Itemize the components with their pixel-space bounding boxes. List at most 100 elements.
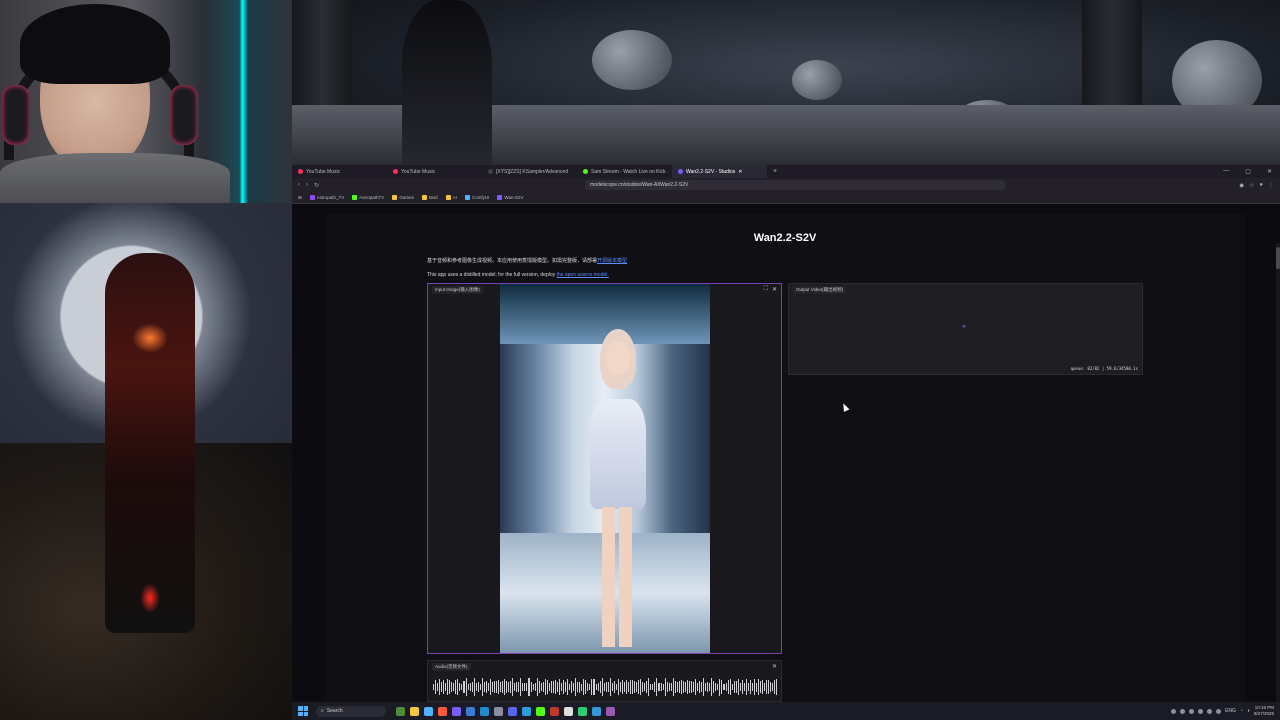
- app-icon[interactable]: [592, 706, 601, 716]
- app-icon[interactable]: [578, 706, 587, 716]
- banner-figure: [402, 0, 492, 165]
- waveform-bar: [518, 682, 520, 692]
- fullscreen-icon[interactable]: ⛶: [764, 286, 768, 293]
- forward-icon[interactable]: ›: [306, 182, 308, 188]
- bookmark-item[interactable]: Wan-S2V: [497, 195, 523, 200]
- taskbar-search[interactable]: ⌕ Search: [316, 705, 386, 717]
- app-icon[interactable]: [452, 706, 461, 716]
- open-source-link-en[interactable]: the open source model.: [557, 272, 609, 278]
- scrollbar-thumb[interactable]: [1276, 247, 1280, 269]
- waveform-bar: [522, 683, 524, 691]
- waveform-bar: [554, 679, 556, 695]
- reload-icon[interactable]: ↻: [314, 182, 319, 189]
- waveform-bar: [556, 682, 558, 692]
- waveform-bar: [579, 681, 581, 693]
- chrome-icon[interactable]: [424, 706, 433, 716]
- bookmark-item[interactable]: AI: [445, 195, 457, 200]
- bookmark-item[interactable]: Mod: [421, 195, 438, 200]
- waveform-bar: [601, 678, 603, 696]
- tab-ksampler[interactable]: [XYS][ZZS] KSampler/Advanced: [482, 165, 577, 178]
- bookmark-item[interactable]: ComfyUI: [464, 195, 489, 200]
- tray-icon[interactable]: [1216, 708, 1222, 714]
- waveform-bar: [770, 681, 772, 693]
- profile-icon[interactable]: ●: [1259, 182, 1263, 189]
- waveform-bar: [666, 681, 668, 693]
- discord-icon[interactable]: [508, 706, 517, 716]
- waveform-bar: [625, 679, 627, 695]
- volume-icon[interactable]: ◖: [1247, 708, 1250, 714]
- extension-icon[interactable]: ◆: [1239, 182, 1244, 189]
- app-icon[interactable]: [522, 706, 531, 716]
- windows-start-icon[interactable]: [298, 706, 308, 716]
- tray-icon[interactable]: [1180, 708, 1186, 714]
- tray-icon[interactable]: [1198, 708, 1204, 714]
- open-source-link-cn[interactable]: 开源版本模型: [597, 258, 627, 264]
- menu-icon[interactable]: ⋮: [1268, 182, 1274, 189]
- waveform-bar: [558, 679, 560, 695]
- folder-icon: [421, 195, 427, 200]
- subject-face: [606, 341, 630, 375]
- waveform-bar: [743, 682, 745, 692]
- kick-icon[interactable]: [536, 706, 545, 716]
- bookmark-item[interactable]: Games: [392, 195, 414, 200]
- waveform-bar: [528, 677, 530, 697]
- address-bar[interactable]: modelscope.cn/studios/Wan-AI/Wan2.2-S2V: [585, 180, 1006, 190]
- tray-icon[interactable]: [1207, 708, 1213, 714]
- close-tab-icon[interactable]: ✕: [738, 169, 742, 175]
- input-image-panel[interactable]: Input Image(输入图像) ⛶ ✕: [427, 283, 782, 654]
- file-explorer-icon[interactable]: [410, 706, 419, 716]
- app-icon[interactable]: [606, 706, 615, 716]
- language-indicator[interactable]: ENG: [1225, 708, 1236, 714]
- tray-icon[interactable]: [1189, 708, 1195, 714]
- waveform-bar: [467, 683, 469, 690]
- waveform-bar: [707, 681, 709, 693]
- modelscope-icon: [678, 169, 683, 174]
- nav-bar: ‹ › ↻ modelscope.cn/studios/Wan-AI/Wan2.…: [292, 178, 1280, 192]
- subject-legs: [602, 507, 632, 647]
- audio-waveform[interactable]: [433, 677, 778, 697]
- back-icon[interactable]: ‹: [298, 182, 300, 188]
- waveform-bar: [560, 682, 562, 692]
- waveform-bar: [747, 682, 749, 692]
- app-icon[interactable]: [550, 706, 559, 716]
- apps-icon[interactable]: ⊞: [298, 195, 302, 201]
- waveform-bar: [678, 681, 680, 693]
- tab-kick-stream[interactable]: Sam Stream - Watch Live on Kick: [577, 165, 672, 178]
- tab-wan-studios[interactable]: Wan2.2-S2V - Studios ✕: [672, 165, 767, 178]
- clear-image-icon[interactable]: ✕: [772, 286, 777, 293]
- waveform-bar: [437, 682, 439, 692]
- new-tab-button[interactable]: +: [767, 168, 783, 175]
- app-icon[interactable]: [564, 706, 573, 716]
- waveform-bar: [717, 683, 719, 691]
- tab-youtube-music-2[interactable]: YouTube Music: [387, 165, 482, 178]
- waveform-bar: [774, 680, 776, 694]
- space-banner: [292, 0, 1280, 165]
- app-icon[interactable]: [396, 706, 405, 716]
- window-controls: — ▢ ✕: [1223, 168, 1280, 175]
- close-icon[interactable]: ✕: [1267, 168, 1272, 175]
- app-icon[interactable]: [438, 706, 447, 716]
- steam-icon[interactable]: [480, 706, 489, 716]
- taskbar-clock[interactable]: 10:15 PM 8/27/2025: [1254, 705, 1274, 717]
- app-icon[interactable]: [466, 706, 475, 716]
- waveform-bar: [471, 682, 473, 692]
- waveform-bar: [642, 682, 644, 692]
- maximize-icon[interactable]: ▢: [1245, 168, 1251, 175]
- bookmark-icon[interactable]: ☆: [1249, 182, 1254, 189]
- tray-icon[interactable]: [1171, 708, 1177, 714]
- settings-icon[interactable]: [494, 706, 503, 716]
- bookmark-item[interactable]: AstropathTV: [352, 195, 384, 200]
- audio-input-panel[interactable]: Audio(音频文件) ✕: [427, 660, 782, 702]
- waveform-bar: [540, 683, 542, 691]
- page-scrollbar[interactable]: [1276, 243, 1280, 720]
- waveform-bar: [615, 683, 617, 691]
- clear-audio-icon[interactable]: ✕: [772, 663, 777, 670]
- bookmark-item[interactable]: Astropath_TV: [309, 195, 344, 200]
- tab-youtube-music-1[interactable]: YouTube Music: [292, 165, 387, 178]
- waveform-bar: [737, 678, 739, 696]
- minimize-icon[interactable]: —: [1223, 168, 1229, 175]
- waveform-bar: [461, 683, 463, 691]
- waveform-bar: [443, 680, 445, 694]
- waveform-bar: [656, 677, 658, 697]
- wifi-icon[interactable]: ◔: [1240, 708, 1243, 714]
